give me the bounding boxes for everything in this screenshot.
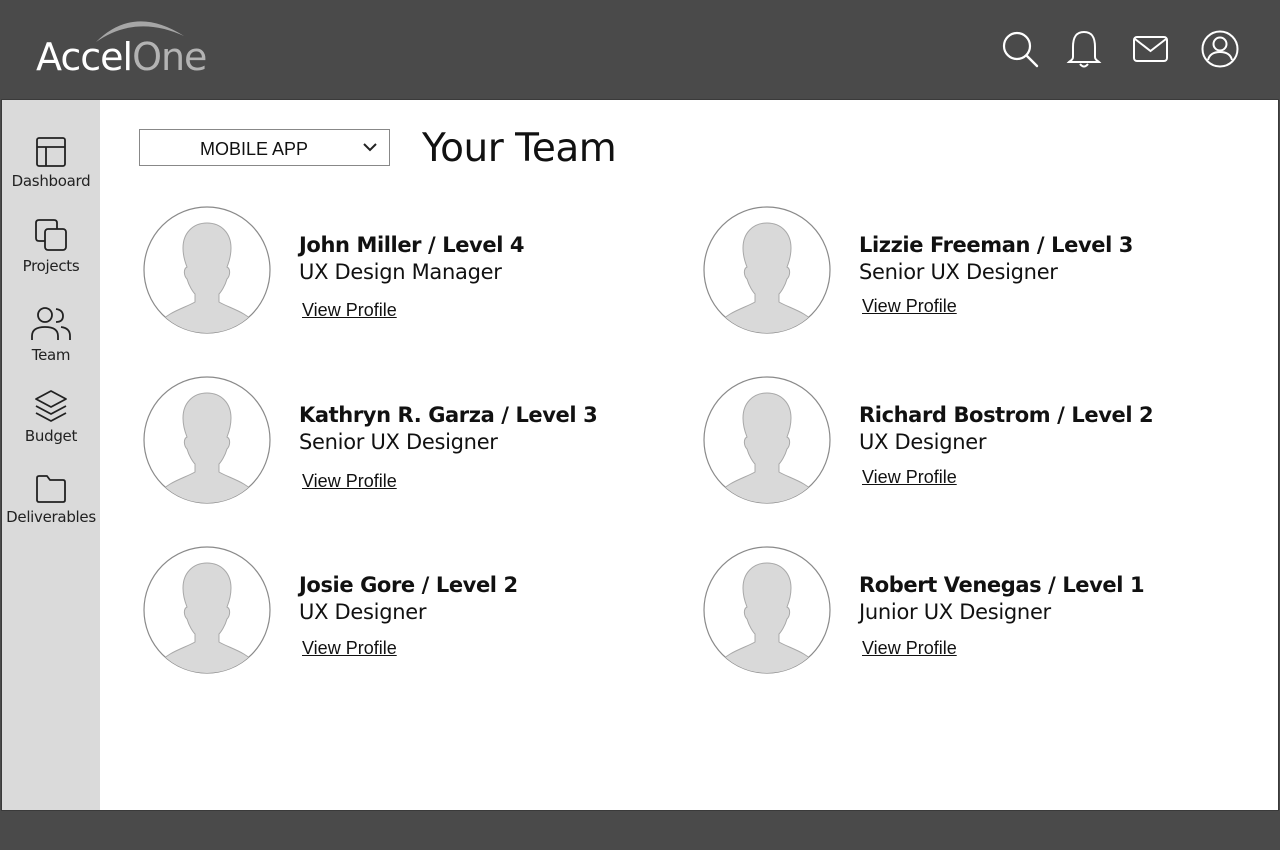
project-select[interactable]: MOBILE APP [139, 129, 390, 166]
budget-icon [35, 390, 67, 422]
view-profile-link[interactable]: View Profile [302, 471, 397, 492]
view-profile-link[interactable]: View Profile [302, 300, 397, 321]
mail-icon[interactable] [1131, 29, 1171, 69]
logo-text-one: One [132, 35, 207, 79]
team-member-card: Lizzie Freeman / Level 3 Senior UX Desig… [699, 200, 1219, 334]
sidebar: Dashboard Projects Team Budget Deliverab… [2, 100, 100, 810]
sidebar-item-label: Projects [22, 257, 80, 275]
app-frame: Dashboard Projects Team Budget Deliverab… [1, 99, 1279, 811]
user-icon[interactable] [1200, 29, 1240, 69]
member-name: John Miller / Level 4 [299, 233, 525, 257]
member-role: UX Design Manager [299, 260, 502, 284]
main-content: MOBILE APP Your Team John Miller / Level… [100, 100, 1278, 810]
accelone-logo[interactable]: AccelOne [34, 12, 224, 80]
member-name: Robert Venegas / Level 1 [859, 573, 1145, 597]
team-member-card: Richard Bostrom / Level 2 UX Designer Vi… [699, 370, 1219, 504]
member-name: Lizzie Freeman / Level 3 [859, 233, 1133, 257]
team-member-card: Kathryn R. Garza / Level 3 Senior UX Des… [139, 370, 659, 504]
team-member-card: John Miller / Level 4 UX Design Manager … [139, 200, 659, 334]
avatar-placeholder-icon [703, 206, 831, 334]
view-profile-link[interactable]: View Profile [862, 638, 957, 659]
team-icon [31, 307, 71, 340]
folder-icon [36, 475, 66, 503]
member-role: UX Designer [299, 600, 427, 624]
projects-icon [35, 219, 67, 251]
avatar-placeholder-icon [143, 546, 271, 674]
sidebar-item-label: Budget [24, 427, 78, 445]
team-member-card: Josie Gore / Level 2 UX Designer View Pr… [139, 540, 659, 674]
logo-text-accel: Accel [36, 35, 133, 79]
member-name: Kathryn R. Garza / Level 3 [299, 403, 598, 427]
search-icon[interactable] [1000, 29, 1040, 69]
avatar-placeholder-icon [703, 546, 831, 674]
view-profile-link[interactable]: View Profile [862, 296, 957, 317]
avatar-placeholder-icon [143, 206, 271, 334]
member-name: Josie Gore / Level 2 [299, 573, 518, 597]
bell-icon[interactable] [1064, 29, 1104, 69]
team-member-card: Robert Venegas / Level 1 Junior UX Desig… [699, 540, 1219, 674]
sidebar-item-label: Team [31, 346, 71, 364]
member-role: Senior UX Designer [299, 430, 498, 454]
view-profile-link[interactable]: View Profile [302, 638, 397, 659]
dashboard-icon [36, 137, 66, 167]
sidebar-item-projects[interactable]: Projects [2, 217, 100, 275]
avatar-placeholder-icon [143, 376, 271, 504]
sidebar-item-deliverables[interactable]: Deliverables [2, 474, 100, 526]
member-role: Senior UX Designer [859, 260, 1058, 284]
project-select-value: MOBILE APP [199, 139, 309, 159]
sidebar-item-label: Dashboard [11, 172, 91, 190]
top-bar: AccelOne [0, 0, 1280, 100]
view-profile-link[interactable]: View Profile [862, 467, 957, 488]
sidebar-item-budget[interactable]: Budget [2, 389, 100, 445]
member-name: Richard Bostrom / Level 2 [859, 403, 1154, 427]
member-role: UX Designer [859, 430, 987, 454]
chevron-down-icon [363, 143, 377, 152]
sidebar-item-team[interactable]: Team [2, 306, 100, 364]
avatar-placeholder-icon [703, 376, 831, 504]
sidebar-item-label: Deliverables [6, 508, 96, 526]
page-title: Your Team [422, 126, 617, 171]
sidebar-item-dashboard[interactable]: Dashboard [2, 136, 100, 190]
member-role: Junior UX Designer [859, 600, 1051, 624]
